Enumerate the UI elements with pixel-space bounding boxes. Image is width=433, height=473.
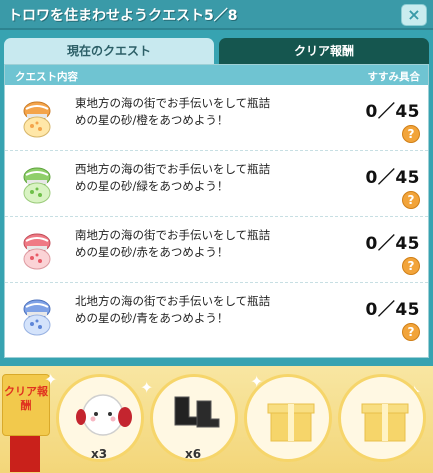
header-quest-content: クエスト内容 [15,71,78,83]
quest-progress: 0／45 [365,102,420,122]
reward-slot[interactable] [244,374,332,462]
reward-count: x6 [185,447,202,461]
reward-slot[interactable] [338,374,426,462]
white-creature-earmuffs-icon [73,387,133,447]
blue-star-sand-jar-icon [17,297,57,337]
quest-description: 西地方の海の街でお手伝いをして瓶詰めの星の砂/緑をあつめよう！ [75,162,271,193]
help-button[interactable]: ? [402,191,420,209]
orange-star-sand-jar-icon [17,99,57,139]
tab-bar: 現在のクエスト クリア報酬 [4,38,429,64]
header-progress: すすみ具合 [367,71,421,83]
gift-box-icon [357,391,413,451]
sparkle-icon: ✦ [140,378,154,397]
help-button[interactable]: ? [402,257,420,275]
sparkle-icon: ✦ [44,370,58,389]
window-title: トロワを住まわせようクエスト5／8 [8,8,238,24]
quest-description: 北地方の海の街でお手伝いをして瓶詰めの星の砂/青をあつめよう！ [75,294,271,325]
reward-bar: クリア報酬 ✦ ✦ ✦ ✦ x3 x6 [0,366,433,473]
help-button[interactable]: ? [402,323,420,341]
quest-description: 東地方の海の街でお手伝いをして瓶詰めの星の砂/橙をあつめよう！ [75,96,271,127]
reward-label: クリア報酬 [2,374,50,436]
red-star-sand-jar-icon [17,231,57,271]
tab-clear-reward[interactable]: クリア報酬 [219,38,429,64]
help-button[interactable]: ? [402,125,420,143]
quest-list-header: クエスト内容 すすみ具合 [5,65,428,85]
green-star-sand-jar-icon [17,165,57,205]
reward-slot[interactable]: x3 [56,374,144,462]
quest-row: 東地方の海の街でお手伝いをして瓶詰めの星の砂/橙をあつめよう！ 0／45 ? [5,85,428,151]
quest-row: 南地方の海の街でお手伝いをして瓶詰めの星の砂/赤をあつめよう！ 0／45 ? [5,217,428,283]
gift-box-icon [263,391,319,451]
close-button[interactable]: × [401,4,427,26]
quest-progress: 0／45 [365,300,420,320]
quest-progress: 0／45 [365,168,420,188]
quest-description: 南地方の海の街でお手伝いをして瓶詰めの星の砂/赤をあつめよう！ [75,228,271,259]
reward-slot[interactable]: x6 [150,374,238,462]
quest-row: 北地方の海の街でお手伝いをして瓶詰めの星の砂/青をあつめよう！ 0／45 ? [5,283,428,349]
reward-count: x3 [91,447,108,461]
title-bar: トロワを住まわせようクエスト5／8 × [0,0,433,30]
black-boots-icon [171,391,223,443]
tab-current-quest[interactable]: 現在のクエスト [4,38,214,64]
quest-panel: クエスト内容 すすみ具合 東地方の海の街でお手伝いをして瓶詰めの星の砂/橙をあつ… [4,64,429,358]
quest-progress: 0／45 [365,234,420,254]
quest-row: 西地方の海の街でお手伝いをして瓶詰めの星の砂/緑をあつめよう！ 0／45 ? [5,151,428,217]
